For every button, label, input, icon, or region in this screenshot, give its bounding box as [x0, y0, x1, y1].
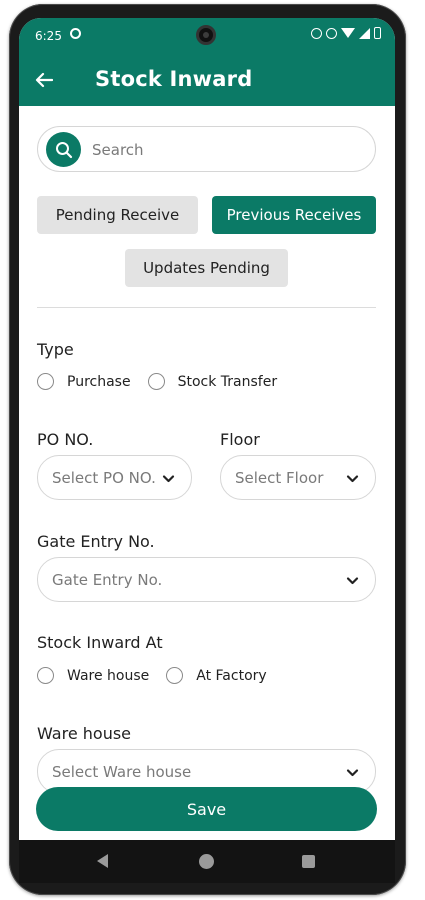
vibrate-icon: [326, 27, 337, 39]
search-icon: [55, 141, 72, 158]
status-icons: [311, 27, 381, 39]
status-bar: 6:25: [19, 18, 395, 54]
search-button[interactable]: [46, 132, 81, 167]
stock-inward-at-label: Stock Inward At: [37, 633, 163, 652]
chevron-down-icon: [346, 577, 359, 585]
chevron-down-icon: [346, 769, 359, 777]
radio-purchase-label[interactable]: Purchase: [67, 374, 131, 390]
ware-house-placeholder: Select Ware house: [52, 762, 192, 781]
system-nav-bar: [19, 840, 395, 883]
nav-home-icon[interactable]: [199, 854, 214, 869]
save-button-label: Save: [186, 799, 227, 819]
tab-pending-receive[interactable]: Pending Receive: [37, 196, 198, 234]
stock-inward-at-radio-group: Ware house At Factory: [37, 667, 267, 684]
save-button[interactable]: Save: [36, 787, 377, 831]
signal-icon: [359, 27, 370, 39]
po-no-select[interactable]: Select PO NO.: [37, 455, 192, 500]
battery-icon: [374, 27, 381, 39]
po-no-label: PO NO.: [37, 430, 94, 449]
status-time: 6:25: [35, 29, 62, 43]
chevron-down-icon: [162, 475, 175, 483]
nav-recents-icon[interactable]: [302, 855, 315, 868]
app-screen: 6:25 Stock Inward Pending R: [19, 18, 395, 883]
tab-label: Updates Pending: [143, 259, 270, 277]
floor-label: Floor: [220, 430, 260, 449]
nav-back-icon[interactable]: [97, 854, 108, 868]
divider: [37, 307, 376, 308]
notification-icon: [70, 28, 81, 39]
tab-label: Pending Receive: [55, 206, 180, 224]
floor-select[interactable]: Select Floor: [220, 455, 376, 500]
wifi-icon: [341, 28, 355, 38]
chevron-down-icon: [346, 475, 359, 483]
tab-previous-receives[interactable]: Previous Receives: [212, 196, 376, 234]
radio-stock-transfer[interactable]: [147, 373, 165, 390]
ware-house-label: Ware house: [37, 724, 132, 743]
back-button[interactable]: [29, 65, 59, 95]
gate-entry-label: Gate Entry No.: [37, 532, 155, 551]
page-title: Stock Inward: [95, 67, 253, 91]
radio-at-factory-label[interactable]: At Factory: [196, 668, 266, 684]
type-radio-group: Purchase Stock Transfer: [37, 373, 277, 390]
radio-at-factory[interactable]: [166, 667, 184, 684]
floor-placeholder: Select Floor: [235, 468, 324, 487]
search-input[interactable]: [92, 139, 362, 161]
gate-entry-select[interactable]: Gate Entry No.: [37, 557, 376, 602]
tab-label: Previous Receives: [226, 206, 362, 224]
radio-ware-house-label[interactable]: Ware house: [67, 668, 149, 684]
camera-icon: [196, 25, 216, 45]
arrow-left-icon: [35, 72, 53, 88]
po-no-placeholder: Select PO NO.: [52, 468, 156, 487]
type-label: Type: [37, 340, 74, 359]
radio-stock-transfer-label[interactable]: Stock Transfer: [178, 374, 278, 390]
search-bar: [37, 126, 376, 172]
radio-purchase[interactable]: [37, 373, 54, 390]
dnd-icon: [311, 27, 322, 39]
app-bar: Stock Inward: [19, 54, 395, 106]
tab-updates-pending[interactable]: Updates Pending: [125, 249, 288, 287]
gate-entry-placeholder: Gate Entry No.: [52, 570, 163, 589]
radio-ware-house[interactable]: [37, 667, 54, 684]
